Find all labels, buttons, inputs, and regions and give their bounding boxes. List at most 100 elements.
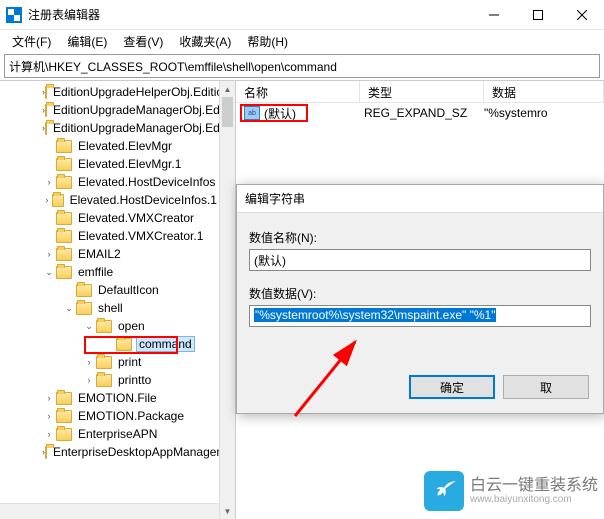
tree-item[interactable]: ›EMOTION.File bbox=[0, 389, 219, 407]
list-header: 名称 类型 数据 bbox=[236, 81, 604, 103]
vertical-scrollbar[interactable]: ▲ ▼ bbox=[219, 81, 235, 519]
folder-icon bbox=[56, 158, 72, 171]
tree-item[interactable]: ›EnterpriseAPN bbox=[0, 425, 219, 443]
tree-item-label: Elevated.VMXCreator.1 bbox=[76, 229, 205, 243]
folder-icon bbox=[56, 392, 72, 405]
address-bar[interactable]: 计算机\HKEY_CLASSES_ROOT\emffile\shell\open… bbox=[4, 54, 600, 78]
col-data[interactable]: 数据 bbox=[484, 81, 604, 102]
registry-tree[interactable]: ›EditionUpgradeHelperObj.Editio›EditionU… bbox=[0, 81, 219, 503]
folder-icon bbox=[76, 284, 92, 297]
tree-item[interactable]: ›EnterpriseDesktopAppManagem bbox=[0, 443, 219, 461]
value-data: "%systemro bbox=[480, 106, 604, 120]
cancel-button[interactable]: 取 bbox=[503, 375, 589, 399]
tree-item-label: Elevated.HostDeviceInfos.1 bbox=[68, 193, 219, 207]
watermark-brand: 白云一键重装系统 bbox=[470, 477, 598, 495]
scroll-down-icon[interactable]: ▼ bbox=[220, 503, 235, 519]
watermark-url: www.baiyunxitong.com bbox=[470, 494, 598, 505]
tree-item[interactable]: › Elevated.HostDeviceInfos.1 bbox=[0, 191, 219, 209]
folder-icon bbox=[56, 428, 72, 441]
value-name-input[interactable]: (默认) bbox=[249, 249, 591, 271]
tree-item-label: open bbox=[116, 319, 147, 333]
folder-icon bbox=[45, 104, 47, 117]
folder-icon bbox=[116, 338, 132, 351]
chevron-right-icon[interactable]: › bbox=[42, 391, 56, 405]
value-row-default[interactable]: ab (默认) REG_EXPAND_SZ "%systemro bbox=[236, 103, 604, 123]
menu-help[interactable]: 帮助(H) bbox=[239, 33, 296, 50]
chevron-none bbox=[42, 211, 56, 225]
tree-item[interactable]: DefaultIcon bbox=[0, 281, 219, 299]
tree-item[interactable]: ⌄ open bbox=[0, 317, 219, 335]
tree-item[interactable]: ⌄ shell bbox=[0, 299, 219, 317]
chevron-none bbox=[42, 157, 56, 171]
folder-icon bbox=[56, 140, 72, 153]
tree-item[interactable]: ⌄emffile bbox=[0, 263, 219, 281]
value-name: (默认) bbox=[264, 105, 360, 122]
tree-item[interactable]: ›print bbox=[0, 353, 219, 371]
tree-item[interactable]: ›EMOTION.Package bbox=[0, 407, 219, 425]
folder-icon bbox=[96, 356, 112, 369]
tree-item-label: printto bbox=[116, 373, 153, 387]
tree-item[interactable]: ›EMAIL2 bbox=[0, 245, 219, 263]
value-data-input[interactable]: "%systemroot%\system32\mspaint.exe" "%1" bbox=[249, 305, 591, 327]
tree-item[interactable]: command bbox=[0, 335, 219, 353]
scroll-thumb[interactable] bbox=[222, 97, 233, 127]
chevron-none bbox=[42, 229, 56, 243]
tree-item[interactable]: Elevated.ElevMgr.1 bbox=[0, 155, 219, 173]
dialog-title: 编辑字符串 bbox=[237, 185, 603, 213]
tree-item-label: command bbox=[136, 336, 195, 352]
chevron-right-icon[interactable]: › bbox=[82, 355, 96, 369]
tree-item-label: EditionUpgradeHelperObj.Editio bbox=[51, 85, 219, 99]
tree-item-label: Elevated.ElevMgr bbox=[76, 139, 174, 153]
tree-item[interactable]: ›EditionUpgradeManagerObj.Edi bbox=[0, 101, 219, 119]
menu-favorites[interactable]: 收藏夹(A) bbox=[171, 33, 239, 50]
chevron-down-icon[interactable]: ⌄ bbox=[62, 301, 76, 315]
minimize-button[interactable] bbox=[472, 0, 516, 30]
tree-item[interactable]: ›EditionUpgradeManagerObj.Edi bbox=[0, 119, 219, 137]
chevron-right-icon[interactable]: › bbox=[42, 427, 56, 441]
chevron-down-icon[interactable]: ⌄ bbox=[82, 319, 96, 333]
maximize-button[interactable] bbox=[516, 0, 560, 30]
tree-item[interactable]: › Elevated.HostDeviceInfos bbox=[0, 173, 219, 191]
tree-item[interactable]: ›EditionUpgradeHelperObj.Editio bbox=[0, 83, 219, 101]
folder-icon bbox=[52, 194, 64, 207]
chevron-none bbox=[42, 139, 56, 153]
col-name[interactable]: 名称 bbox=[236, 81, 360, 102]
scroll-up-icon[interactable]: ▲ bbox=[220, 81, 235, 97]
tree-item-label: EditionUpgradeManagerObj.Edi bbox=[51, 103, 219, 117]
tree-item-label: DefaultIcon bbox=[96, 283, 161, 297]
ok-button[interactable]: 确定 bbox=[409, 375, 495, 399]
menu-view[interactable]: 查看(V) bbox=[115, 33, 171, 50]
tree-item-label: Elevated.ElevMgr.1 bbox=[76, 157, 183, 171]
value-type: REG_EXPAND_SZ bbox=[360, 106, 480, 120]
tree-item-label: Elevated.VMXCreator bbox=[76, 211, 196, 225]
chevron-none bbox=[62, 283, 76, 297]
folder-icon bbox=[45, 122, 47, 135]
tree-item[interactable]: Elevated.ElevMgr bbox=[0, 137, 219, 155]
folder-icon bbox=[45, 446, 47, 459]
watermark: 白云一键重装系统 www.baiyunxitong.com bbox=[424, 471, 598, 511]
folder-icon bbox=[56, 212, 72, 225]
chevron-right-icon[interactable]: › bbox=[42, 409, 56, 423]
chevron-right-icon[interactable]: › bbox=[42, 175, 56, 189]
folder-icon bbox=[56, 410, 72, 423]
close-button[interactable] bbox=[560, 0, 604, 30]
chevron-right-icon[interactable]: › bbox=[42, 193, 52, 207]
window-title: 注册表编辑器 bbox=[28, 6, 472, 23]
horizontal-scrollbar[interactable] bbox=[0, 503, 219, 519]
chevron-down-icon[interactable]: ⌄ bbox=[42, 265, 56, 279]
tree-item-label: Elevated.HostDeviceInfos bbox=[76, 175, 217, 189]
chevron-right-icon[interactable]: › bbox=[82, 373, 96, 387]
folder-icon bbox=[56, 230, 72, 243]
menu-bar: 文件(F) 编辑(E) 查看(V) 收藏夹(A) 帮助(H) bbox=[0, 30, 604, 52]
tree-item[interactable]: Elevated.VMXCreator.1 bbox=[0, 227, 219, 245]
menu-file[interactable]: 文件(F) bbox=[4, 33, 59, 50]
edit-string-dialog: 编辑字符串 数值名称(N): (默认) 数值数据(V): "%systemroo… bbox=[236, 184, 604, 414]
folder-icon bbox=[45, 86, 47, 99]
chevron-none bbox=[102, 337, 116, 351]
tree-item-label: shell bbox=[96, 301, 125, 315]
col-type[interactable]: 类型 bbox=[360, 81, 484, 102]
tree-item[interactable]: › printto bbox=[0, 371, 219, 389]
chevron-right-icon[interactable]: › bbox=[42, 247, 56, 261]
tree-item[interactable]: Elevated.VMXCreator bbox=[0, 209, 219, 227]
menu-edit[interactable]: 编辑(E) bbox=[59, 33, 115, 50]
